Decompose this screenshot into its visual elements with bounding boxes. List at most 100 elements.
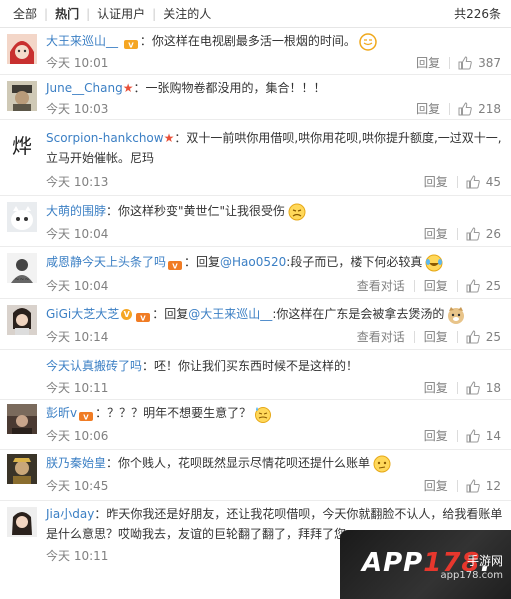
comment-item: 彭昕v V ：？？？明年不想要生意了？ 今天 10:06 回复 14 [0,400,511,450]
thumb-up-icon [466,279,480,293]
thumb-up-icon [466,479,480,493]
comment-item: 烨 Scorpion-hankchow★：双十一前哄你用借呗,哄你用花呗,哄你提… [0,120,511,196]
comment-text: 彭昕v V ：？？？明年不想要生意了？ [46,403,501,423]
like-button[interactable]: 18 [458,379,501,397]
reply-button[interactable]: 回复 [415,427,457,445]
reply-button[interactable]: 回复 [415,277,457,295]
comment-text: Scorpion-hankchow★：双十一前哄你用借呗,哄你用花呗,哄你提升额… [46,131,502,145]
comment-text: 大萌的围脖：你这样秒变"黄世仁"让我很受伤 [46,201,501,221]
svg-text:V: V [128,42,134,50]
like-count: 25 [485,330,501,344]
username-link[interactable]: 今天认真搬砖了吗 [46,359,142,373]
tab-verified[interactable]: 认证用户 [90,7,152,21]
thumb-up-icon [458,56,472,70]
svg-text:V: V [141,315,147,323]
comment-item: June__Chang★：一张购物卷都没用的，集合！！！ 今天 10:03 回复… [0,75,511,120]
mention-link[interactable]: @Hao0520 [220,255,286,269]
app178-watermark: APP178. 手游网 app178.com [340,530,511,599]
like-button[interactable]: 25 [458,277,501,295]
like-button[interactable]: 14 [458,427,501,445]
like-count: 218 [478,102,501,116]
reply-button[interactable]: 回复 [415,379,457,397]
avatar[interactable] [7,81,37,111]
username-link[interactable]: June__Chang [46,81,123,95]
like-button[interactable]: 25 [458,328,501,346]
avatar[interactable]: 烨 [7,130,37,160]
username-link[interactable]: 大萌的围脖 [46,204,106,218]
like-count: 45 [485,175,501,189]
svg-text:~~~: ~~~ [14,276,29,283]
thumb-up-icon [466,175,480,189]
comment-item: GiGi大芝大芝 V V ：回复@大王来巡山__:你这样在广东是会被拿去煲汤的 今天 … [0,299,511,350]
comment-item: ~~~ 咸恩静今天上头条了吗 V ：回复@Hao0520:段子而已，楼下何必较真 今… [0,247,511,299]
comment-time: 今天 10:45 [46,479,109,493]
reply-button[interactable]: 回复 [415,225,457,243]
avatar[interactable] [7,34,37,64]
comment-text: Jia小day：昨天你我还是好朋友，还让我花呗借呗，今天你就翻脸不认人，给我看账… [46,507,503,521]
sad-emoji-icon [288,203,306,221]
username-link[interactable]: 咸恩静今天上头条了吗 [46,255,166,269]
star-badge-icon: ★ [163,131,175,145]
like-button[interactable]: 12 [458,477,501,495]
comment-item: 今天认真搬砖了吗：呸！你让我们买东西时候不是这样的！ 今天 10:11 回复 1… [0,350,511,400]
tab-all[interactable]: 全部 [6,7,44,21]
avatar[interactable] [7,404,37,434]
comment-item: 朕乃秦始皇：你个贱人，花呗既然显示尽情花呗还提什么账单 今天 10:45 回复 … [0,450,511,501]
laugh-cry-emoji-icon [425,254,443,272]
comment-total-count: 共226条 [454,7,501,21]
vip-icon: V [136,309,151,323]
like-button[interactable]: 26 [458,225,501,243]
sweat-emoji-icon [254,405,272,423]
like-button[interactable]: 45 [458,173,501,191]
thinking-emoji-icon [373,455,391,473]
comment-time: 今天 10:04 [46,279,109,293]
thumb-up-icon [466,227,480,241]
view-conversation-button[interactable]: 查看对话 [348,328,414,346]
avatar[interactable] [7,202,37,232]
like-button[interactable]: 218 [450,100,501,118]
svg-text:烨: 烨 [12,134,32,158]
reply-button[interactable]: 回复 [415,328,457,346]
reply-button[interactable]: 回复 [415,477,457,495]
avatar[interactable] [7,507,37,537]
username-link[interactable]: Scorpion-hankchow [46,131,164,145]
like-count: 387 [478,56,501,70]
tab-following[interactable]: 关注的人 [156,7,218,21]
verified-badge-icon: V [121,309,133,320]
username-link[interactable]: 大王来巡山__ [46,34,118,48]
comment-item: 大王来巡山__ V ：你这样在电视剧最多活一根烟的时间。 今天 10:01 回复 … [0,28,511,75]
thumb-up-icon [466,330,480,344]
tab-hot[interactable]: 热门 [48,7,86,21]
comment-time: 今天 10:11 [46,381,109,395]
smile-emoji-icon [359,32,377,51]
mention-link[interactable]: @大王来巡山__ [188,307,272,321]
reply-button[interactable]: 回复 [415,173,457,191]
comment-time: 今天 10:01 [46,56,109,70]
like-button[interactable]: 387 [450,54,501,72]
comment-time: 今天 10:06 [46,429,109,443]
doge-emoji-icon [447,306,465,324]
view-conversation-button[interactable]: 查看对话 [348,277,414,295]
comment-text: 咸恩静今天上头条了吗 V ：回复@Hao0520:段子而已，楼下何必较真 [46,252,501,272]
username-link[interactable]: Jia小day [46,507,94,521]
comment-time: 今天 10:04 [46,227,109,241]
comment-text: June__Chang★：一张购物卷都没用的，集合！！！ [46,81,326,95]
star-badge-icon: ★ [122,81,134,95]
watermark-subtitle: 手游网 [466,554,503,568]
comment-text: 大王来巡山__ V ：你这样在电视剧最多活一根烟的时间。 [46,31,501,51]
comment-text: 朕乃秦始皇：你个贱人，花呗既然显示尽情花呗还提什么账单 [46,453,501,473]
comment-time: 今天 10:14 [46,330,109,344]
username-link[interactable]: GiGi大芝大芝 [46,307,119,321]
comment-text: GiGi大芝大芝 V V ：回复@大王来巡山__:你这样在广东是会被拿去煲汤的 [46,304,501,324]
comment-time: 今天 10:13 [46,175,109,189]
username-link[interactable]: 朕乃秦始皇 [46,456,106,470]
avatar[interactable]: ~~~ [7,253,37,283]
avatar[interactable] [7,454,37,484]
like-count: 12 [485,479,501,493]
reply-button[interactable]: 回复 [407,100,449,118]
reply-button[interactable]: 回复 [407,54,449,72]
thumb-up-icon [458,102,472,116]
username-link[interactable]: 彭昕v [46,406,77,420]
comment-text-continued: 立马开始催帐。尼玛 [46,151,155,165]
avatar[interactable] [7,305,37,335]
